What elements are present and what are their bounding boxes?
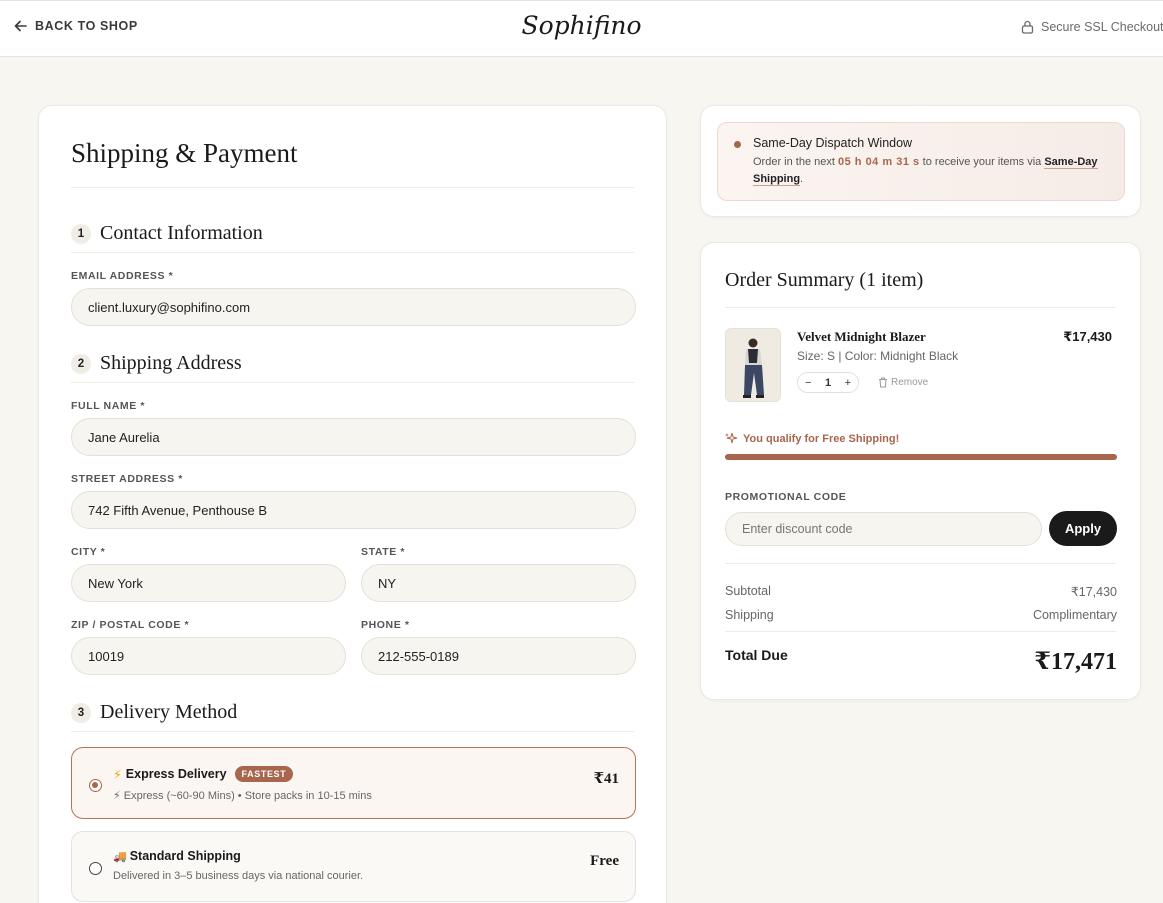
countdown-timer: 05 h 04 m 31 s (838, 156, 920, 168)
zip-field[interactable]: 10019 (71, 637, 346, 675)
promo-label: PROMOTIONAL CODE (725, 491, 847, 503)
contact-section-title: 1 Contact Information (71, 222, 263, 245)
dispatch-text-middle: to receive your items via (922, 156, 1042, 168)
street-address-field[interactable]: 742 Fifth Avenue, Penthouse B (71, 491, 636, 529)
delivery-option-standard[interactable]: 🚚 Standard Shipping Delivered in 3–5 bus… (71, 831, 636, 902)
subtotal-label: Subtotal (725, 584, 771, 598)
sparkles-icon (725, 432, 738, 444)
dispatch-text-before: Order in the next (753, 156, 835, 168)
trash-icon (879, 377, 887, 388)
city-label: CITY * (71, 546, 106, 558)
shipping-value: Complimentary (1032, 608, 1117, 622)
free-shipping-message: You qualify for Free Shipping! (725, 432, 899, 445)
shipping-label: Shipping (725, 608, 774, 622)
state-label: STATE * (361, 546, 406, 558)
product-image (726, 329, 780, 401)
checkout-form-card: Shipping & Payment 1 Contact Information… (38, 105, 667, 903)
free-shipping-label: You qualify for Free Shipping! (743, 432, 900, 445)
zip-label: ZIP / POSTAL CODE * (71, 619, 190, 631)
total-label: Total Due (725, 647, 788, 663)
page-title: Shipping & Payment (71, 138, 298, 168)
delivery-section-title: 3 Delivery Method (71, 701, 237, 724)
state-field[interactable]: NY (361, 564, 636, 602)
full-name-field[interactable]: Jane Aurelia (71, 418, 636, 456)
divider (71, 187, 634, 188)
section-heading: Contact Information (100, 222, 263, 244)
quantity-stepper: − 1 + (797, 372, 859, 393)
phone-field[interactable]: 212-555-0189 (361, 637, 636, 675)
shipping-section-title: 2 Shipping Address (71, 352, 242, 375)
remove-button[interactable]: Remove (878, 377, 928, 388)
full-name-label: FULL NAME * (71, 400, 146, 412)
divider (725, 563, 1116, 564)
product-name[interactable]: Velvet Midnight Blazer (797, 329, 926, 345)
free-shipping-progress-fill (725, 454, 1117, 460)
step-number: 3 (71, 702, 91, 723)
street-address-label: STREET ADDRESS * (71, 473, 183, 485)
subtotal-value: ₹17,430 (1070, 585, 1117, 599)
order-summary-title: Order Summary (1 item) (725, 269, 924, 291)
dispatch-banner: Same-Day Dispatch Window Order in the ne… (717, 122, 1125, 201)
divider (725, 631, 1116, 632)
top-bar: BACK TO SHOP Sophifino Secure SSL Checko… (0, 0, 1163, 57)
phone-label: PHONE * (361, 619, 410, 631)
brand-logo[interactable]: Sophifino (0, 11, 1163, 40)
step-number: 1 (71, 223, 91, 244)
dispatch-text: Order in the next 05 h 04 m 31 s to rece… (753, 154, 1113, 188)
city-field[interactable]: New York (71, 564, 346, 602)
lock-icon (1021, 20, 1034, 34)
total-value: ₹17,471 (1034, 649, 1117, 675)
apply-button[interactable]: Apply (1049, 511, 1117, 546)
truck-icon: 🚚 (113, 850, 127, 863)
product-variant: Size: S | Color: Midnight Black (797, 349, 959, 363)
standard-radio[interactable] (89, 862, 102, 875)
standard-price: Free (590, 853, 619, 869)
standard-title-label: Standard Shipping (129, 849, 241, 863)
status-dot (734, 141, 741, 148)
secure-checkout-indicator: Secure SSL Checkout (1021, 20, 1163, 34)
divider (71, 252, 634, 253)
quantity-value: 1 (824, 376, 832, 389)
section-heading: Delivery Method (100, 701, 238, 723)
express-title: ⚡ Express Delivery FASTEST (113, 766, 294, 782)
dispatch-title: Same-Day Dispatch Window (753, 136, 913, 150)
lightning-icon: ⚡ (113, 767, 122, 782)
divider (725, 307, 1116, 308)
order-summary-card: Order Summary (1 item) Velvet Midnight B… (700, 242, 1141, 700)
express-title-label: Express Delivery (125, 767, 227, 781)
product-price: ₹17,430 (1063, 329, 1112, 344)
promo-code-input[interactable] (725, 512, 1042, 546)
email-label: EMAIL ADDRESS * (71, 270, 174, 282)
express-price: ₹41 (593, 771, 619, 787)
delivery-option-express[interactable]: ⚡ Express Delivery FASTEST ⚡ Express (~6… (71, 747, 636, 819)
dispatch-card: Same-Day Dispatch Window Order in the ne… (700, 105, 1141, 217)
dispatch-text-after: . (800, 173, 804, 185)
decrease-button[interactable]: − (805, 377, 811, 389)
step-number: 2 (71, 353, 91, 374)
divider (71, 382, 634, 383)
shipping-row: Shipping Complimentary (725, 608, 1117, 622)
email-field[interactable]: client.luxury@sophifino.com (71, 288, 636, 326)
fastest-badge: FASTEST (234, 766, 294, 782)
total-row: Total Due ₹17,471 (725, 646, 1117, 676)
express-description: ⚡ Express (~60-90 Mins) • Store packs in… (113, 790, 372, 802)
product-thumbnail[interactable] (725, 328, 781, 402)
increase-button[interactable]: + (845, 377, 851, 389)
standard-description: Delivered in 3–5 business days via natio… (113, 870, 364, 882)
standard-title: 🚚 Standard Shipping (113, 849, 241, 863)
express-radio[interactable] (89, 779, 102, 792)
subtotal-row: Subtotal ₹17,430 (725, 584, 1117, 599)
remove-label: Remove (891, 377, 929, 388)
divider (71, 731, 634, 732)
section-heading: Shipping Address (100, 352, 242, 374)
secure-checkout-label: Secure SSL Checkout (1041, 20, 1163, 34)
free-shipping-progress (725, 454, 1117, 460)
